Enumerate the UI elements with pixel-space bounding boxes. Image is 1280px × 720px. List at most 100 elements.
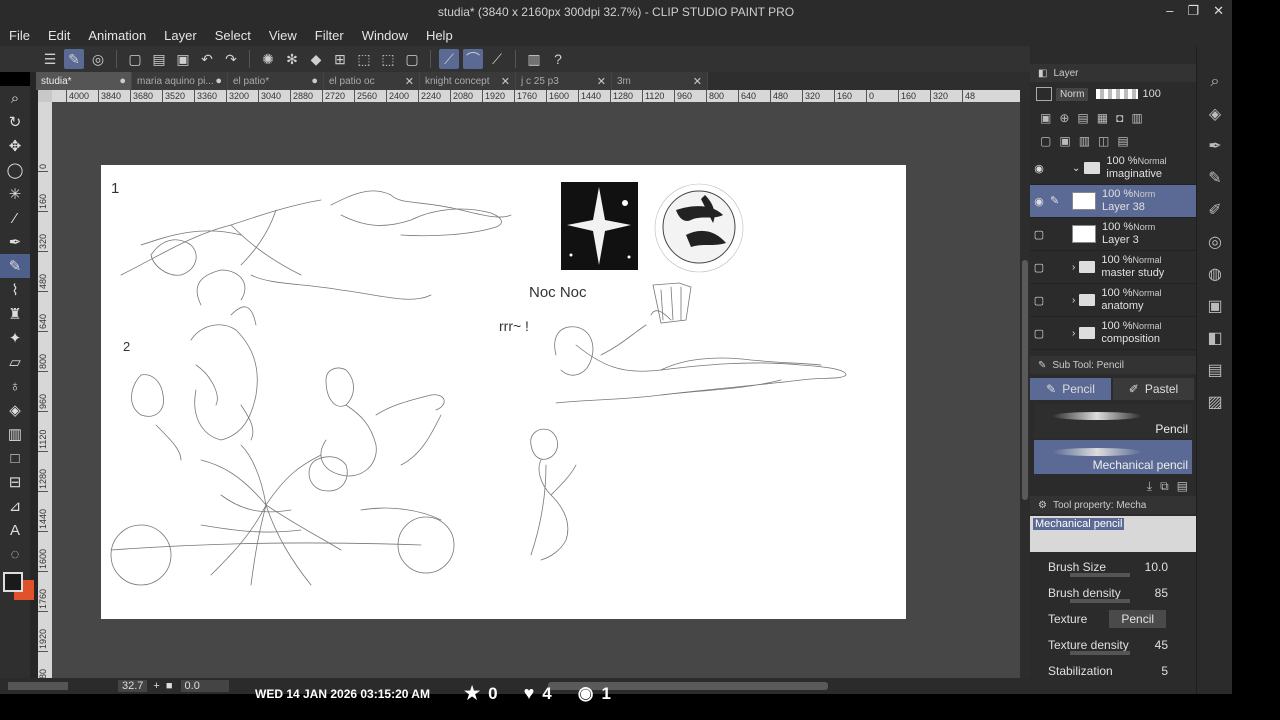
rotation-field[interactable]: 0.0 xyxy=(180,680,229,692)
layer-property-icon[interactable]: ◧ xyxy=(1197,322,1233,354)
prop-texture[interactable]: Texture Pencil xyxy=(1030,606,1196,632)
pen-tool-icon[interactable]: ✒ xyxy=(1197,130,1233,162)
snap-special-ruler-icon[interactable]: ⌒ xyxy=(463,49,483,69)
clip-icon[interactable]: ▣ xyxy=(1040,111,1051,125)
prop-stabilization[interactable]: Stabilization 5 xyxy=(1030,658,1196,684)
mask-icon[interactable]: ◘ xyxy=(1116,111,1123,125)
zoom-out-icon[interactable]: ■ xyxy=(166,680,173,692)
history-icon[interactable]: ▣ xyxy=(1197,290,1233,322)
color-wheel-icon[interactable]: ◎ xyxy=(1197,226,1233,258)
menu-help[interactable]: Help xyxy=(417,28,462,43)
layer-row-layer3[interactable]: ▢ 100 %Norm Layer 3 xyxy=(1030,218,1196,251)
airbrush-icon[interactable]: ♜ xyxy=(0,302,30,326)
opacity-value[interactable]: 100 xyxy=(1142,88,1160,100)
image-icon[interactable]: ▨ xyxy=(1197,386,1233,418)
new-layer-icon[interactable]: ▢ xyxy=(1040,134,1051,148)
search-layer-icon[interactable]: ▤ xyxy=(1197,354,1233,386)
chevron-right-icon[interactable]: › xyxy=(1072,262,1075,273)
invert-selection-icon[interactable]: ⬚ xyxy=(378,49,398,69)
merge-icon[interactable]: ◫ xyxy=(1098,134,1109,148)
texture-select[interactable]: Pencil xyxy=(1109,610,1167,628)
transform-icon[interactable]: ⊞ xyxy=(330,49,350,69)
prop-texture-density[interactable]: Texture density 45 xyxy=(1030,632,1196,658)
tab-pencil[interactable]: ✎ Pencil xyxy=(1030,378,1111,400)
blend-mode-select[interactable]: Norm xyxy=(1056,87,1089,101)
move-icon[interactable]: ✥ xyxy=(0,134,30,158)
shape-icon[interactable]: □ xyxy=(0,446,30,470)
opacity-slider[interactable] xyxy=(1096,89,1139,99)
scroll-thumb[interactable] xyxy=(1022,260,1028,500)
open-file-icon[interactable]: ▤ xyxy=(149,49,169,69)
tab-close-icon[interactable]: ● xyxy=(215,75,222,87)
layer-row-layer38[interactable]: ◉ ✎ 100 %Norm Layer 38 xyxy=(1030,185,1196,218)
decoration-icon[interactable]: ✦ xyxy=(0,326,30,350)
pen-pressure-icon[interactable]: ✎ xyxy=(64,49,84,69)
visibility-toggle[interactable]: ▢ xyxy=(1030,261,1048,274)
pen-icon[interactable]: ✒ xyxy=(0,230,30,254)
navigator-slider[interactable] xyxy=(8,682,68,690)
prop-brush-size[interactable]: Brush Size 10.0 xyxy=(1030,554,1196,580)
eye-icon[interactable]: ◉ xyxy=(1030,195,1048,208)
duplicate-icon[interactable]: ⧉ xyxy=(1160,479,1169,494)
tab-jc25p3[interactable]: j c 25 p3 ✕ xyxy=(516,72,612,90)
layer-row-anatomy[interactable]: ▢ › 100 %Normal anatomy xyxy=(1030,284,1196,317)
prop-brush-density[interactable]: Brush density 85 xyxy=(1030,580,1196,606)
horizontal-ruler[interactable]: 4000 3840 3680 3520 3360 3200 3040 2880 2720 2560… xyxy=(52,90,1020,102)
tab-pastel[interactable]: ✐ Pastel xyxy=(1113,378,1194,400)
visibility-toggle[interactable]: ▢ xyxy=(1030,327,1048,340)
lock-icon[interactable]: ▤ xyxy=(1077,111,1088,125)
brush-icon[interactable]: ⌇ xyxy=(0,278,30,302)
layer-stack-icon[interactable]: ◈ xyxy=(1197,98,1233,130)
menu-file[interactable]: File xyxy=(0,28,39,43)
minimize-button[interactable]: – xyxy=(1166,3,1173,19)
brush-mechanical-pencil[interactable]: Mechanical pencil xyxy=(1034,440,1192,474)
texture-density-slider[interactable] xyxy=(1070,651,1130,655)
save-icon[interactable]: ▣ xyxy=(173,49,193,69)
layer-color-icon[interactable] xyxy=(1036,87,1052,101)
brush-size-slider[interactable] xyxy=(1070,573,1130,577)
balloon-icon[interactable]: ◌ xyxy=(0,542,30,566)
zoom-in-icon[interactable]: + xyxy=(153,680,159,692)
drawing-canvas[interactable]: Noc Noc rrr~ ! 1 2 xyxy=(101,165,906,619)
close-button[interactable]: ✕ xyxy=(1213,3,1224,19)
menu-select[interactable]: Select xyxy=(206,28,260,43)
new-vector-icon[interactable]: ▣ xyxy=(1059,134,1070,148)
tab-close-icon[interactable]: ✕ xyxy=(405,75,414,88)
pencil-icon[interactable]: ✎ xyxy=(0,254,30,278)
zoom-icon[interactable]: ⌕ xyxy=(0,86,30,110)
redo-icon[interactable]: ↷ xyxy=(221,49,241,69)
lasso-icon[interactable]: ◯ xyxy=(0,158,30,182)
fill-icon[interactable]: ◆ xyxy=(306,49,326,69)
tab-knight-concept[interactable]: knight concept ✕ xyxy=(420,72,516,90)
layer-row-composition[interactable]: ▢ › 100 %Normal composition xyxy=(1030,317,1196,350)
lock-alpha-icon[interactable]: ▦ xyxy=(1097,111,1108,125)
snap-grid-icon[interactable]: ⟋ xyxy=(487,49,507,69)
visibility-toggle[interactable]: ▢ xyxy=(1030,228,1048,241)
vertical-ruler[interactable]: 0 160 320 480 640 800 960 1120 1280 1440 1600 1760 1… xyxy=(38,102,52,678)
clear-icon[interactable]: ✺ xyxy=(258,49,278,69)
brush-tool-icon[interactable]: ✎ xyxy=(1197,162,1233,194)
ruler-icon[interactable]: ⊿ xyxy=(0,494,30,518)
undo-icon[interactable]: ↶ xyxy=(197,49,217,69)
chevron-right-icon[interactable]: › xyxy=(1072,328,1075,339)
chevron-right-icon[interactable]: › xyxy=(1072,295,1075,306)
menu-toggle-icon[interactable]: ☰ xyxy=(40,49,60,69)
download-icon[interactable]: ⤓ xyxy=(1147,479,1152,494)
deselect-icon[interactable]: ⬚ xyxy=(354,49,374,69)
tab-el-patio[interactable]: el patio* ● xyxy=(228,72,324,90)
material-icon[interactable]: ◍ xyxy=(1197,258,1233,290)
clip-studio-icon[interactable]: ◎ xyxy=(88,49,108,69)
tab-el-patio-oc[interactable]: el patio oc ✕ xyxy=(324,72,420,90)
tab-close-icon[interactable]: ✕ xyxy=(501,75,510,88)
airbrush-tool-icon[interactable]: ✐ xyxy=(1197,194,1233,226)
density-slider[interactable] xyxy=(1070,599,1130,603)
eyedropper-icon[interactable]: ⁄ xyxy=(0,206,30,230)
new-folder-icon[interactable]: ▥ xyxy=(1079,134,1090,148)
fill-icon[interactable]: ◈ xyxy=(0,398,30,422)
menu-window[interactable]: Window xyxy=(353,28,417,43)
layer-row-master-study[interactable]: ▢ › 100 %Normal master study xyxy=(1030,251,1196,284)
tab-close-icon[interactable]: ✕ xyxy=(597,75,606,88)
clear-outside-icon[interactable]: ✻ xyxy=(282,49,302,69)
maximize-button[interactable]: ❐ xyxy=(1187,3,1199,19)
tab-maria-aquino[interactable]: maria aquino pi... ● xyxy=(132,72,228,90)
